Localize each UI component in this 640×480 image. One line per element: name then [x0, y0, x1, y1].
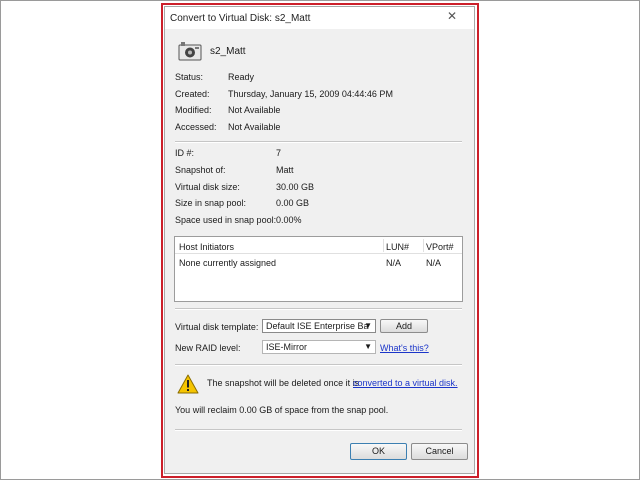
column-header-lun[interactable]: LUN# — [386, 242, 409, 252]
host-initiator-cell: None currently assigned — [179, 258, 277, 268]
lun-cell: N/A — [386, 258, 402, 268]
accessed-value: Not Available — [228, 122, 281, 132]
warning-text: The snapshot will be deleted once it is — [207, 378, 360, 388]
column-header-vport[interactable]: VPort# — [426, 242, 454, 252]
template-value: Default ISE Enterprise Ba — [266, 321, 369, 331]
created-label: Created: — [175, 89, 210, 99]
snap-pool-used-label: Space used in snap pool: — [175, 215, 277, 225]
dropdown-arrow-icon: ▼ — [364, 342, 372, 351]
warning-icon — [177, 374, 199, 394]
dialog-title: Convert to Virtual Disk: s2_Matt — [170, 13, 311, 24]
status-value: Ready — [228, 72, 255, 82]
column-header-host-initiators[interactable]: Host Initiators — [179, 242, 234, 252]
id-value: 7 — [276, 148, 282, 158]
header-divider — [175, 253, 462, 254]
raid-level-select[interactable]: ISE-Mirror ▼ — [262, 340, 376, 354]
close-button[interactable]: ✕ — [435, 9, 469, 23]
template-label: Virtual disk template: — [175, 322, 259, 332]
snap-pool-size-label: Size in snap pool: — [175, 198, 247, 208]
created-value: Thursday, January 15, 2009 04:44:46 PM — [228, 89, 393, 99]
column-divider — [383, 239, 384, 252]
snapshot-of-value: Matt — [276, 165, 294, 175]
raid-level-value: ISE-Mirror — [266, 342, 307, 352]
vport-cell: N/A — [426, 258, 442, 268]
cancel-button[interactable]: Cancel — [411, 443, 468, 460]
title-bar: Convert to Virtual Disk: s2_Matt ✕ — [165, 7, 474, 29]
modified-label: Modified: — [175, 105, 212, 115]
raid-level-label: New RAID level: — [175, 343, 241, 353]
host-initiators-table[interactable]: Host Initiators LUN# VPort# None current… — [174, 236, 463, 302]
id-label: ID #: — [175, 148, 195, 158]
snap-pool-size-value: 0.00 GB — [276, 198, 310, 208]
status-label: Status: — [175, 72, 204, 82]
reclaim-text: You will reclaim 0.00 GB of space from t… — [175, 405, 389, 415]
virtual-disk-size-label: Virtual disk size: — [175, 182, 240, 192]
snap-pool-used-value: 0.00% — [276, 215, 302, 225]
snapshot-disk-icon — [178, 42, 202, 61]
disk-name: s2_Matt — [210, 46, 246, 57]
accessed-label: Accessed: — [175, 122, 217, 132]
column-divider — [423, 239, 424, 252]
dropdown-arrow-icon: ▼ — [364, 321, 372, 330]
convert-dialog: Convert to Virtual Disk: s2_Matt ✕ s2_Ma… — [164, 6, 475, 474]
separator — [175, 141, 462, 143]
ok-button[interactable]: OK — [350, 443, 407, 460]
virtual-disk-size-value: 30.00 GB — [276, 182, 315, 192]
snapshot-of-label: Snapshot of: — [175, 165, 226, 175]
virtual-disk-template-select[interactable]: Default ISE Enterprise Ba ▼ — [262, 319, 376, 333]
converted-to-virtual-disk-link[interactable]: converted to a virtual disk. — [353, 378, 458, 388]
separator — [175, 429, 462, 431]
modified-value: Not Available — [228, 105, 281, 115]
whats-this-link[interactable]: What's this? — [380, 343, 429, 353]
add-template-button[interactable]: Add — [380, 319, 428, 333]
separator — [175, 308, 462, 310]
separator — [175, 364, 462, 366]
